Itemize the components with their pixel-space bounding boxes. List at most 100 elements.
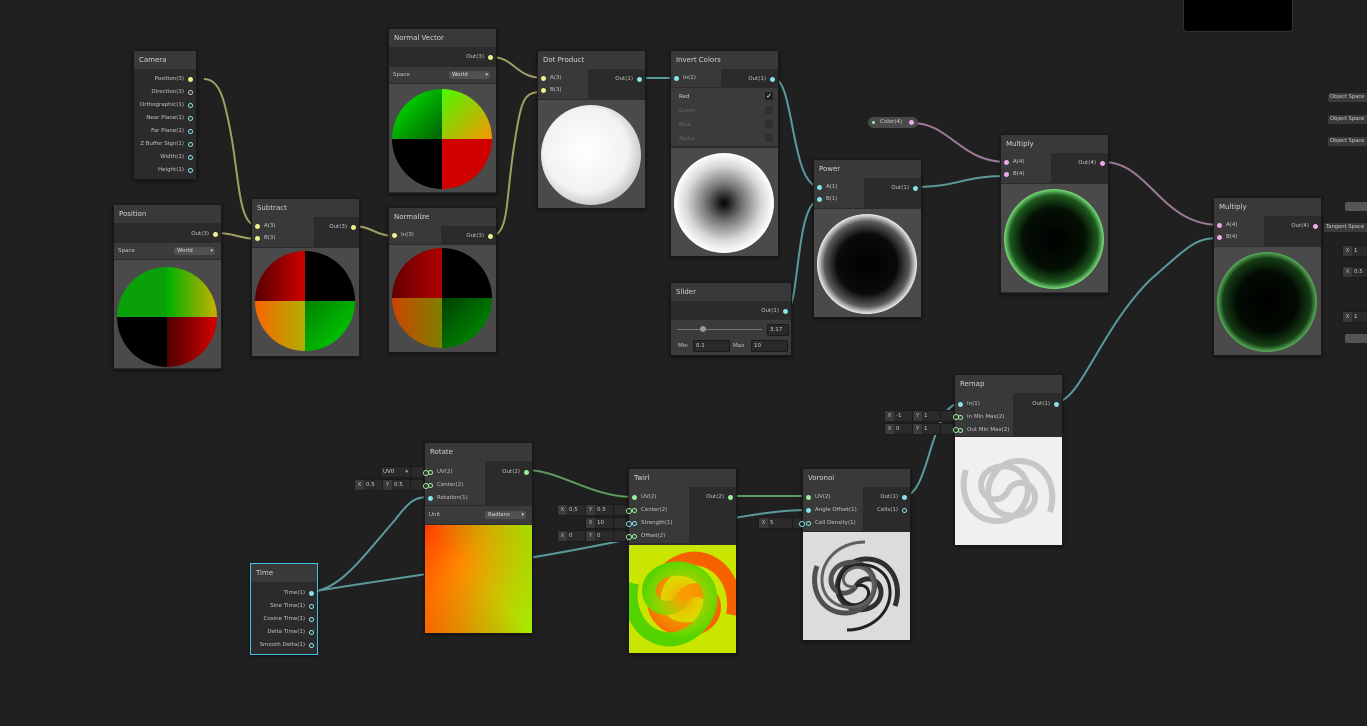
port-a[interactable]: A(3) (541, 74, 562, 83)
wire-color-multiply[interactable] (911, 122, 1008, 163)
port-position[interactable]: Position(3) (155, 75, 193, 84)
port-uv[interactable]: UV(2) (632, 493, 657, 502)
subtract-node[interactable]: Subtract A(3) B(3) Out(3) (251, 198, 360, 357)
port-uv[interactable]: UV(2) (428, 468, 453, 477)
invert-colors-node[interactable]: Invert Colors In(1) Out(1) Red ✓ Green B… (670, 50, 779, 257)
port-b[interactable]: B(3) (541, 86, 562, 95)
twirl-node[interactable]: Twirl UV(2) Center(2) Strength(1) Offset… (628, 468, 737, 654)
port-delta-time[interactable]: Delta Time(1) (267, 628, 314, 637)
green-checkbox[interactable] (765, 106, 773, 114)
wire-multiply-multiply[interactable] (1102, 161, 1221, 226)
twirl-offset-port-box[interactable] (613, 530, 632, 542)
port-out[interactable]: Out(1) (748, 75, 775, 84)
port-center[interactable]: Center(2) (632, 506, 667, 515)
rotate-uv-dropdown[interactable]: UV0 ▾ (380, 466, 412, 478)
port-out[interactable]: Out(2) (502, 468, 529, 477)
normal-vector-node[interactable]: Normal Vector Out(3) Space World (388, 28, 497, 194)
port-in[interactable]: In(1) (958, 400, 980, 409)
port-height[interactable]: Height(1) (158, 166, 193, 175)
voronoi-density-port-box[interactable] (792, 517, 805, 529)
port-out[interactable]: Out(2) (706, 493, 733, 502)
port-a[interactable]: A(4) (1217, 221, 1238, 230)
space-dropdown[interactable]: World (174, 247, 215, 255)
red-checkbox[interactable]: ✓ (765, 92, 773, 100)
min-field[interactable]: 0.1 (693, 340, 730, 352)
port-out[interactable]: Out(1) (761, 307, 788, 316)
slider-value-field[interactable]: 3.17 (767, 324, 789, 336)
blue-checkbox[interactable] (765, 120, 773, 128)
twirl-center-port-box[interactable] (613, 504, 632, 516)
port-direction[interactable]: Direction(3) (151, 88, 193, 97)
voronoi-density-field[interactable]: X5 (758, 517, 794, 529)
port-time[interactable]: Time(1) (284, 589, 314, 598)
multiply-node-1[interactable]: Multiply A(4) B(4) Out(4) (1000, 134, 1109, 294)
remap-in-port-box[interactable] (940, 410, 959, 422)
port-out-min-max[interactable]: Out Min Max(2) (958, 426, 1009, 435)
twirl-center-y-field[interactable]: Y 0.5 (585, 504, 615, 516)
port-in-min-max[interactable]: In Min Max(2) (958, 413, 1005, 422)
port-out[interactable]: Out(3) (329, 223, 356, 232)
dot-product-node[interactable]: Dot Product A(3) B(3) Out(1) (537, 50, 646, 209)
port-out[interactable]: Out(3) (466, 53, 493, 62)
port-rotation[interactable]: Rotation(1) (428, 494, 468, 503)
port-out[interactable]: Out(3) (466, 232, 493, 241)
side-space-label[interactable]: Object Space (1328, 115, 1367, 124)
port-a[interactable]: A(4) (1004, 158, 1025, 167)
remap-in-y-field[interactable]: Y1 (912, 410, 942, 422)
remap-out-y-field[interactable]: Y1 (912, 423, 942, 435)
side-space-label[interactable]: Object Space (1328, 93, 1367, 102)
port-cell-density[interactable]: Cell Density(1) (806, 519, 856, 528)
port-b[interactable]: B(1) (817, 195, 838, 204)
position-node[interactable]: Position Out(3) Space World (113, 204, 222, 370)
max-field[interactable]: 10 (751, 340, 788, 352)
slider-node[interactable]: Slider Out(1) 3.17 Min 0.1 Max 10 (670, 282, 792, 356)
wire-time-rotate[interactable] (309, 496, 432, 593)
port-near-plane[interactable]: Near Plane(1) (146, 114, 193, 123)
twirl-offset-y-field[interactable]: Y0 (585, 530, 615, 542)
minimap[interactable] (1183, 0, 1293, 32)
port-uv[interactable]: UV(2) (806, 493, 831, 502)
port-width[interactable]: Width(1) (160, 153, 193, 162)
port-in[interactable]: In(3) (392, 231, 414, 240)
port-orthographic[interactable]: Orthographic(1) (140, 101, 193, 110)
port-b[interactable]: B(4) (1004, 170, 1025, 179)
side-field[interactable]: X1 (1342, 311, 1367, 323)
port-sine-time[interactable]: Sine Time(1) (270, 602, 314, 611)
rotate-node[interactable]: Rotate UV(2) Center(2) Rotation(1) Out(2… (424, 442, 533, 634)
space-dropdown[interactable]: World (449, 71, 490, 79)
port-far-plane[interactable]: Far Plane(1) (151, 127, 193, 136)
port-cells[interactable]: Cells(1) (877, 506, 907, 515)
port-b[interactable]: B(3) (255, 234, 276, 243)
port-out[interactable]: Out(3) (191, 230, 218, 239)
voronoi-node[interactable]: Voronoi UV(2) Angle Offset(1) Cell Densi… (802, 468, 911, 641)
wire-rotate-twirl[interactable] (525, 469, 635, 498)
port-out[interactable]: Out(4) (1078, 159, 1105, 168)
port-a[interactable]: A(1) (817, 183, 838, 192)
time-node[interactable]: Time Time(1) Sine Time(1) Cosine Time(1)… (250, 563, 318, 655)
unit-dropdown[interactable]: Radians (485, 511, 526, 519)
slider-thumb[interactable] (700, 326, 707, 332)
side-field[interactable]: X1 (1342, 245, 1367, 257)
slider-track[interactable] (677, 329, 762, 330)
port-b[interactable]: B(4) (1217, 233, 1238, 242)
twirl-strength-field[interactable]: X 10 (585, 517, 615, 529)
side-field[interactable]: X 0.5 (1342, 266, 1367, 278)
twirl-offset-x-field[interactable]: X0 (557, 530, 587, 542)
port-strength[interactable]: Strength(1) (632, 519, 673, 528)
side-space-label[interactable]: Tangent Space (1324, 223, 1367, 232)
port-cosine-time[interactable]: Cosine Time(1) (264, 615, 314, 624)
normalize-node[interactable]: Normalize In(3) Out(3) (388, 207, 497, 353)
rotate-uv-port-box[interactable] (410, 466, 429, 478)
remap-out-port-box[interactable] (940, 423, 959, 435)
multiply-node-2[interactable]: Multiply A(4) B(4) Out(4) (1213, 197, 1322, 356)
alpha-checkbox[interactable] (765, 134, 773, 142)
twirl-strength-port-box[interactable] (613, 517, 632, 529)
port-out[interactable]: Out(1) (880, 493, 907, 502)
port-out[interactable]: Out(1) (1032, 400, 1059, 409)
port-out[interactable]: Out(4) (1291, 222, 1318, 231)
rotate-center-port-box[interactable] (410, 479, 429, 491)
color-property-node[interactable]: Color(4) (868, 117, 918, 128)
power-node[interactable]: Power A(1) B(1) Out(1) (813, 159, 922, 318)
camera-node[interactable]: Camera Position(3) Direction(3) Orthogra… (133, 50, 197, 180)
port-in[interactable]: In(1) (674, 74, 696, 83)
